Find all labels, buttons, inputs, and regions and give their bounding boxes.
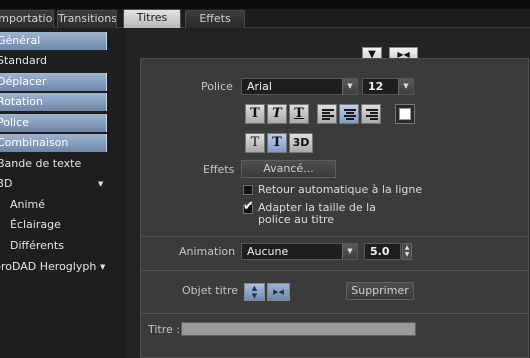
- align-right-button[interactable]: [361, 104, 381, 124]
- bold-button[interactable]: T: [245, 104, 265, 124]
- sidebar-item-bande-de-texte[interactable]: Bande de texte: [0, 155, 81, 173]
- sidebar-item-3d[interactable]: 3D ▼: [0, 175, 107, 193]
- sidebar-item-label: Police: [0, 116, 29, 129]
- color-square-icon: [399, 108, 411, 120]
- divider: [141, 270, 528, 271]
- style-button-group: T T T: [245, 104, 419, 124]
- animation-label: Animation: [179, 245, 236, 258]
- sidebar-item-police[interactable]: Police: [0, 114, 107, 132]
- underline-button[interactable]: T: [289, 104, 309, 124]
- title-object-label: Objet titre: [182, 284, 239, 297]
- effects-label: Effets: [203, 163, 235, 176]
- font-label: Police: [201, 80, 233, 93]
- sidebar-item-label: Déplacer: [0, 75, 47, 88]
- sidebar-item-label: Animé: [10, 198, 46, 211]
- chevron-down-icon[interactable]: ▼: [100, 258, 105, 276]
- chevron-down-icon[interactable]: ▼: [398, 79, 413, 94]
- font-size-value: 12: [368, 80, 384, 93]
- duration-stepper[interactable]: ▲ ▼: [402, 243, 412, 260]
- tab-titres[interactable]: Titres: [123, 9, 181, 28]
- tab-bar: Importation Transitions Titres Effets: [0, 9, 530, 28]
- chevron-down-icon[interactable]: ▼: [342, 244, 357, 259]
- vertical-move-icon[interactable]: ▲ ▼: [244, 283, 265, 301]
- wrap-label: Retour automatique à la ligne: [258, 183, 423, 196]
- sidebar-item-standard[interactable]: Standard: [0, 52, 47, 70]
- fit-checkbox[interactable]: ✔: [243, 199, 254, 214]
- title-input[interactable]: [181, 322, 416, 336]
- wrap-checkbox[interactable]: [243, 185, 253, 195]
- align-left-icon: [322, 109, 334, 120]
- sidebar-item-label: Général: [0, 34, 41, 47]
- main-area: ▼ ▶◀ Police Arial ▼ 12 ▼ T T T T T 3D Ef…: [126, 28, 530, 358]
- font-size-select[interactable]: 12 ▼: [362, 78, 414, 95]
- horizontal-move-icon[interactable]: ▶◀: [267, 283, 290, 301]
- sidebar-item-eclairage[interactable]: Éclairage: [10, 216, 61, 234]
- font-family-select[interactable]: Arial ▼: [241, 78, 358, 95]
- chevron-down-icon[interactable]: ▼: [342, 79, 357, 94]
- divider: [141, 236, 528, 237]
- shadow-button[interactable]: T: [267, 133, 287, 153]
- tab-effets[interactable]: Effets: [185, 10, 245, 28]
- fit-label: Adapter la taille de la police au titre: [258, 201, 376, 226]
- sidebar-item-general[interactable]: Général: [0, 32, 107, 50]
- sidebar-item-label: Différents: [10, 239, 64, 252]
- sidebar-item-rotation[interactable]: Rotation: [0, 93, 107, 111]
- sidebar-item-label: proDAD Heroglyph: [0, 260, 97, 273]
- sidebar-item-label: Éclairage: [10, 218, 61, 231]
- italic-button[interactable]: T: [267, 104, 287, 124]
- chevron-down-icon[interactable]: ▼: [98, 175, 103, 193]
- animation-value: Aucune: [247, 245, 289, 258]
- sidebar-item-anime[interactable]: Animé: [10, 196, 45, 214]
- 3d-button[interactable]: 3D: [289, 133, 313, 153]
- align-center-icon: [344, 109, 356, 120]
- sidebar: Général Standard Déplacer Rotation Polic…: [0, 28, 126, 358]
- advanced-button[interactable]: Avancé...: [241, 160, 336, 178]
- align-left-button[interactable]: [317, 104, 337, 124]
- title-label: Titre :: [148, 323, 181, 336]
- sidebar-item-label: Standard: [0, 54, 48, 67]
- align-center-button[interactable]: [339, 104, 359, 124]
- top-strip: [0, 0, 530, 9]
- animation-select[interactable]: Aucune ▼: [241, 243, 358, 260]
- checkmark-icon: ✔: [243, 199, 254, 214]
- align-right-icon: [366, 109, 378, 120]
- sidebar-item-differents[interactable]: Différents: [10, 237, 64, 255]
- font-family-value: Arial: [247, 80, 272, 93]
- tab-importation[interactable]: Importation: [0, 10, 54, 28]
- text-color-swatch[interactable]: [395, 104, 415, 124]
- sidebar-item-deplacer[interactable]: Déplacer: [0, 73, 107, 91]
- sidebar-item-label: Combinaison: [0, 136, 69, 149]
- sidebar-item-combinaison[interactable]: Combinaison: [0, 134, 107, 152]
- sidebar-item-label: Rotation: [0, 95, 44, 108]
- tab-transitions[interactable]: Transitions: [57, 10, 117, 28]
- divider: [141, 313, 528, 314]
- sidebar-item-prodad-heroglyph[interactable]: proDAD Heroglyph ▼: [0, 258, 116, 276]
- sidebar-item-label: Bande de texte: [0, 157, 82, 170]
- sidebar-item-label: 3D: [0, 177, 13, 190]
- title-properties-panel: Police Arial ▼ 12 ▼ T T T T T 3D Effets …: [140, 58, 529, 358]
- outline-button-group: T T 3D: [245, 133, 325, 153]
- delete-button[interactable]: Supprimer: [346, 282, 414, 300]
- duration-input[interactable]: 5.0: [364, 243, 401, 260]
- outline-button[interactable]: T: [245, 133, 265, 153]
